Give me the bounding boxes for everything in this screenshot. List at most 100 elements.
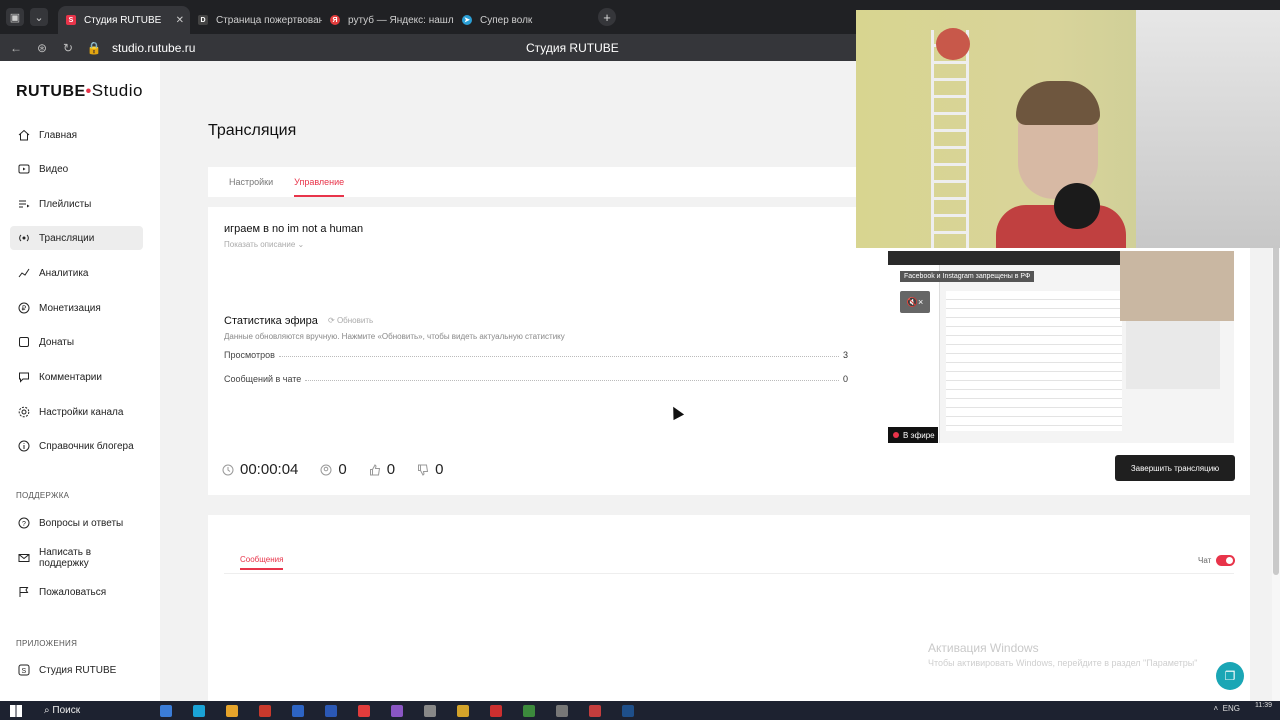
taskbar-app-icon[interactable] <box>523 704 536 717</box>
stat-row-views: Просмотров 3 <box>224 350 848 360</box>
tab-divider <box>224 573 1234 574</box>
sidebar-item-comments[interactable]: Комментарии <box>10 365 143 389</box>
windows-taskbar: ⌕ Поиск ˄ ENG 11:39 <box>0 701 1280 720</box>
sidebar-item-donations[interactable]: Донаты <box>10 330 143 354</box>
browser-tab-yandex[interactable]: Я рутуб — Яндекс: нашлось <box>322 6 454 34</box>
tab-label: Супер волк <box>480 14 533 26</box>
taskbar-app-icon[interactable] <box>226 704 239 717</box>
tab-control[interactable]: Управление <box>294 177 345 197</box>
sidebar-item-studio-app[interactable]: S Студия RUTUBE <box>10 658 143 682</box>
mail-icon <box>18 554 30 562</box>
taskbar-app-icon[interactable] <box>259 704 272 717</box>
chat-toggle-label: Чат <box>1198 556 1212 565</box>
taskbar-app-icon[interactable] <box>457 704 470 717</box>
show-description-link[interactable]: Показать описание ⌄ <box>224 240 304 249</box>
thumbs-up-icon <box>369 463 380 475</box>
back-icon[interactable]: ← <box>6 41 26 55</box>
browser-tab-studio[interactable]: S Студия RUTUBE ✕ <box>58 6 190 34</box>
svg-text:S: S <box>22 668 27 675</box>
refresh-button[interactable]: ⟳ Обновить <box>328 316 373 325</box>
sidebar-item-label: Трансляции <box>39 232 95 244</box>
sidebar-item-analytics[interactable]: Аналитика <box>10 261 143 285</box>
browser-menu-icon[interactable]: ▣ <box>6 8 24 26</box>
taskbar-search-label: Поиск <box>52 705 81 716</box>
apps-section-title: ПРИЛОЖЕНИЯ <box>16 639 78 648</box>
windows-start-icon[interactable] <box>10 704 22 717</box>
taskbar-app-icon[interactable] <box>556 704 569 717</box>
dislikes-value: 0 <box>435 461 444 478</box>
preview-banner: Facebook и Instagram запрещены в РФ <box>900 271 1035 282</box>
taskbar-app-icon[interactable] <box>622 704 635 717</box>
chat-bubble-icon: ❐ <box>1224 669 1236 683</box>
taskbar-app-icon[interactable] <box>490 704 503 717</box>
sidebar-item-monetization[interactable]: ₽ Монетизация <box>10 296 143 320</box>
rutube-favicon-icon: S <box>66 15 76 25</box>
windows-activation-title: Активация Windows <box>928 641 1039 655</box>
viewers-icon <box>320 464 332 475</box>
duration-counter: 00:00:04 <box>222 461 298 478</box>
taskbar-app-icon[interactable] <box>424 704 437 717</box>
thumbs-down-icon <box>418 464 429 476</box>
logo-suffix: Studio <box>91 81 143 100</box>
stats-title: Статистика эфира <box>224 315 318 327</box>
live-dot-icon <box>893 432 899 438</box>
help-chat-button[interactable]: ❐ <box>1216 662 1244 690</box>
live-badge: В эфире <box>888 427 938 443</box>
clock-time: 11:39 <box>1255 702 1272 709</box>
sidebar-item-playlists[interactable]: Плейлисты <box>10 192 143 216</box>
taskbar-app-icon[interactable] <box>193 704 206 717</box>
refresh-label: Обновить <box>336 316 374 325</box>
stat-label: Сообщений в чате <box>224 374 302 384</box>
browser-tab-donation[interactable]: D Страница пожертвования <box>190 6 322 34</box>
page-heading: Трансляция <box>208 122 297 139</box>
stat-dots <box>305 374 839 381</box>
rutube-studio-logo[interactable]: RUTUBE•Studio <box>16 81 143 101</box>
sidebar-item-home[interactable]: Главная <box>10 123 143 147</box>
sidebar-item-broadcasts[interactable]: Трансляции <box>10 226 143 250</box>
tab-messages[interactable]: Сообщения <box>240 555 284 570</box>
analytics-icon <box>18 268 30 278</box>
language-indicator[interactable]: ENG <box>1223 704 1240 713</box>
tab-label: рутуб — Яндекс: нашлось <box>348 14 454 26</box>
system-tray[interactable]: ˄ ENG <box>1214 704 1240 713</box>
tab-list-icon[interactable]: ⌄ <box>30 8 48 26</box>
viewers-counter: 0 <box>320 461 347 478</box>
chat-toggle[interactable] <box>1216 555 1235 566</box>
search-icon: ⌕ <box>44 705 50 716</box>
shield-icon[interactable]: ⊛ <box>32 41 52 55</box>
sidebar-item-complain[interactable]: Пожаловаться <box>10 580 143 604</box>
taskbar-app-icon[interactable] <box>358 704 371 717</box>
browser-tab-wolf[interactable]: ➤ Супер волк <box>454 6 586 34</box>
taskbar-app-icon[interactable] <box>325 704 338 717</box>
url-field[interactable]: studio.rutube.ru <box>112 41 195 55</box>
sidebar-item-label: Настройки канала <box>39 406 124 418</box>
taskbar-clock[interactable]: 11:39 <box>1255 702 1272 710</box>
tab-settings[interactable]: Настройки <box>229 177 273 187</box>
sidebar: RUTUBE•Studio Главная Видео Плейлисты Тр… <box>0 61 160 701</box>
end-broadcast-button[interactable]: Завершить трансляцию <box>1115 455 1235 481</box>
reload-icon[interactable]: ↻ <box>58 41 78 55</box>
clock-icon <box>222 464 234 475</box>
sidebar-item-write-support[interactable]: Написать в поддержку <box>10 546 143 570</box>
sidebar-item-blogger-guide[interactable]: Справочник блогера <box>10 434 143 458</box>
mute-button[interactable]: 🔇× <box>900 291 930 313</box>
taskbar-app-icon[interactable] <box>391 704 404 717</box>
stream-preview[interactable]: Facebook и Instagram запрещены в РФ 🔇× В… <box>888 251 1234 443</box>
sidebar-item-channel-settings[interactable]: Настройки канала <box>10 400 143 424</box>
taskbar-app-icon[interactable] <box>589 704 602 717</box>
sidebar-item-faq[interactable]: ? Вопросы и ответы <box>10 511 143 535</box>
stats-note: Данные обновляются вручную. Нажмите «Обн… <box>224 332 565 341</box>
taskbar-app-icon[interactable] <box>292 704 305 717</box>
taskbar-app-icon[interactable] <box>160 704 173 717</box>
new-tab-button[interactable]: + <box>598 8 616 26</box>
playlist-icon <box>19 200 30 208</box>
taskbar-search[interactable]: ⌕ Поиск <box>44 705 80 716</box>
sidebar-item-video[interactable]: Видео <box>10 157 143 181</box>
stream-title: играем в no im not a human <box>224 223 364 235</box>
stat-label: Просмотров <box>224 350 275 360</box>
webcam-ball <box>936 28 970 60</box>
webcam-shelf <box>1136 10 1280 248</box>
close-tab-icon[interactable]: ✕ <box>176 15 184 26</box>
support-section-title: ПОДДЕРЖКА <box>16 491 70 500</box>
preview-webcam <box>1120 251 1234 321</box>
